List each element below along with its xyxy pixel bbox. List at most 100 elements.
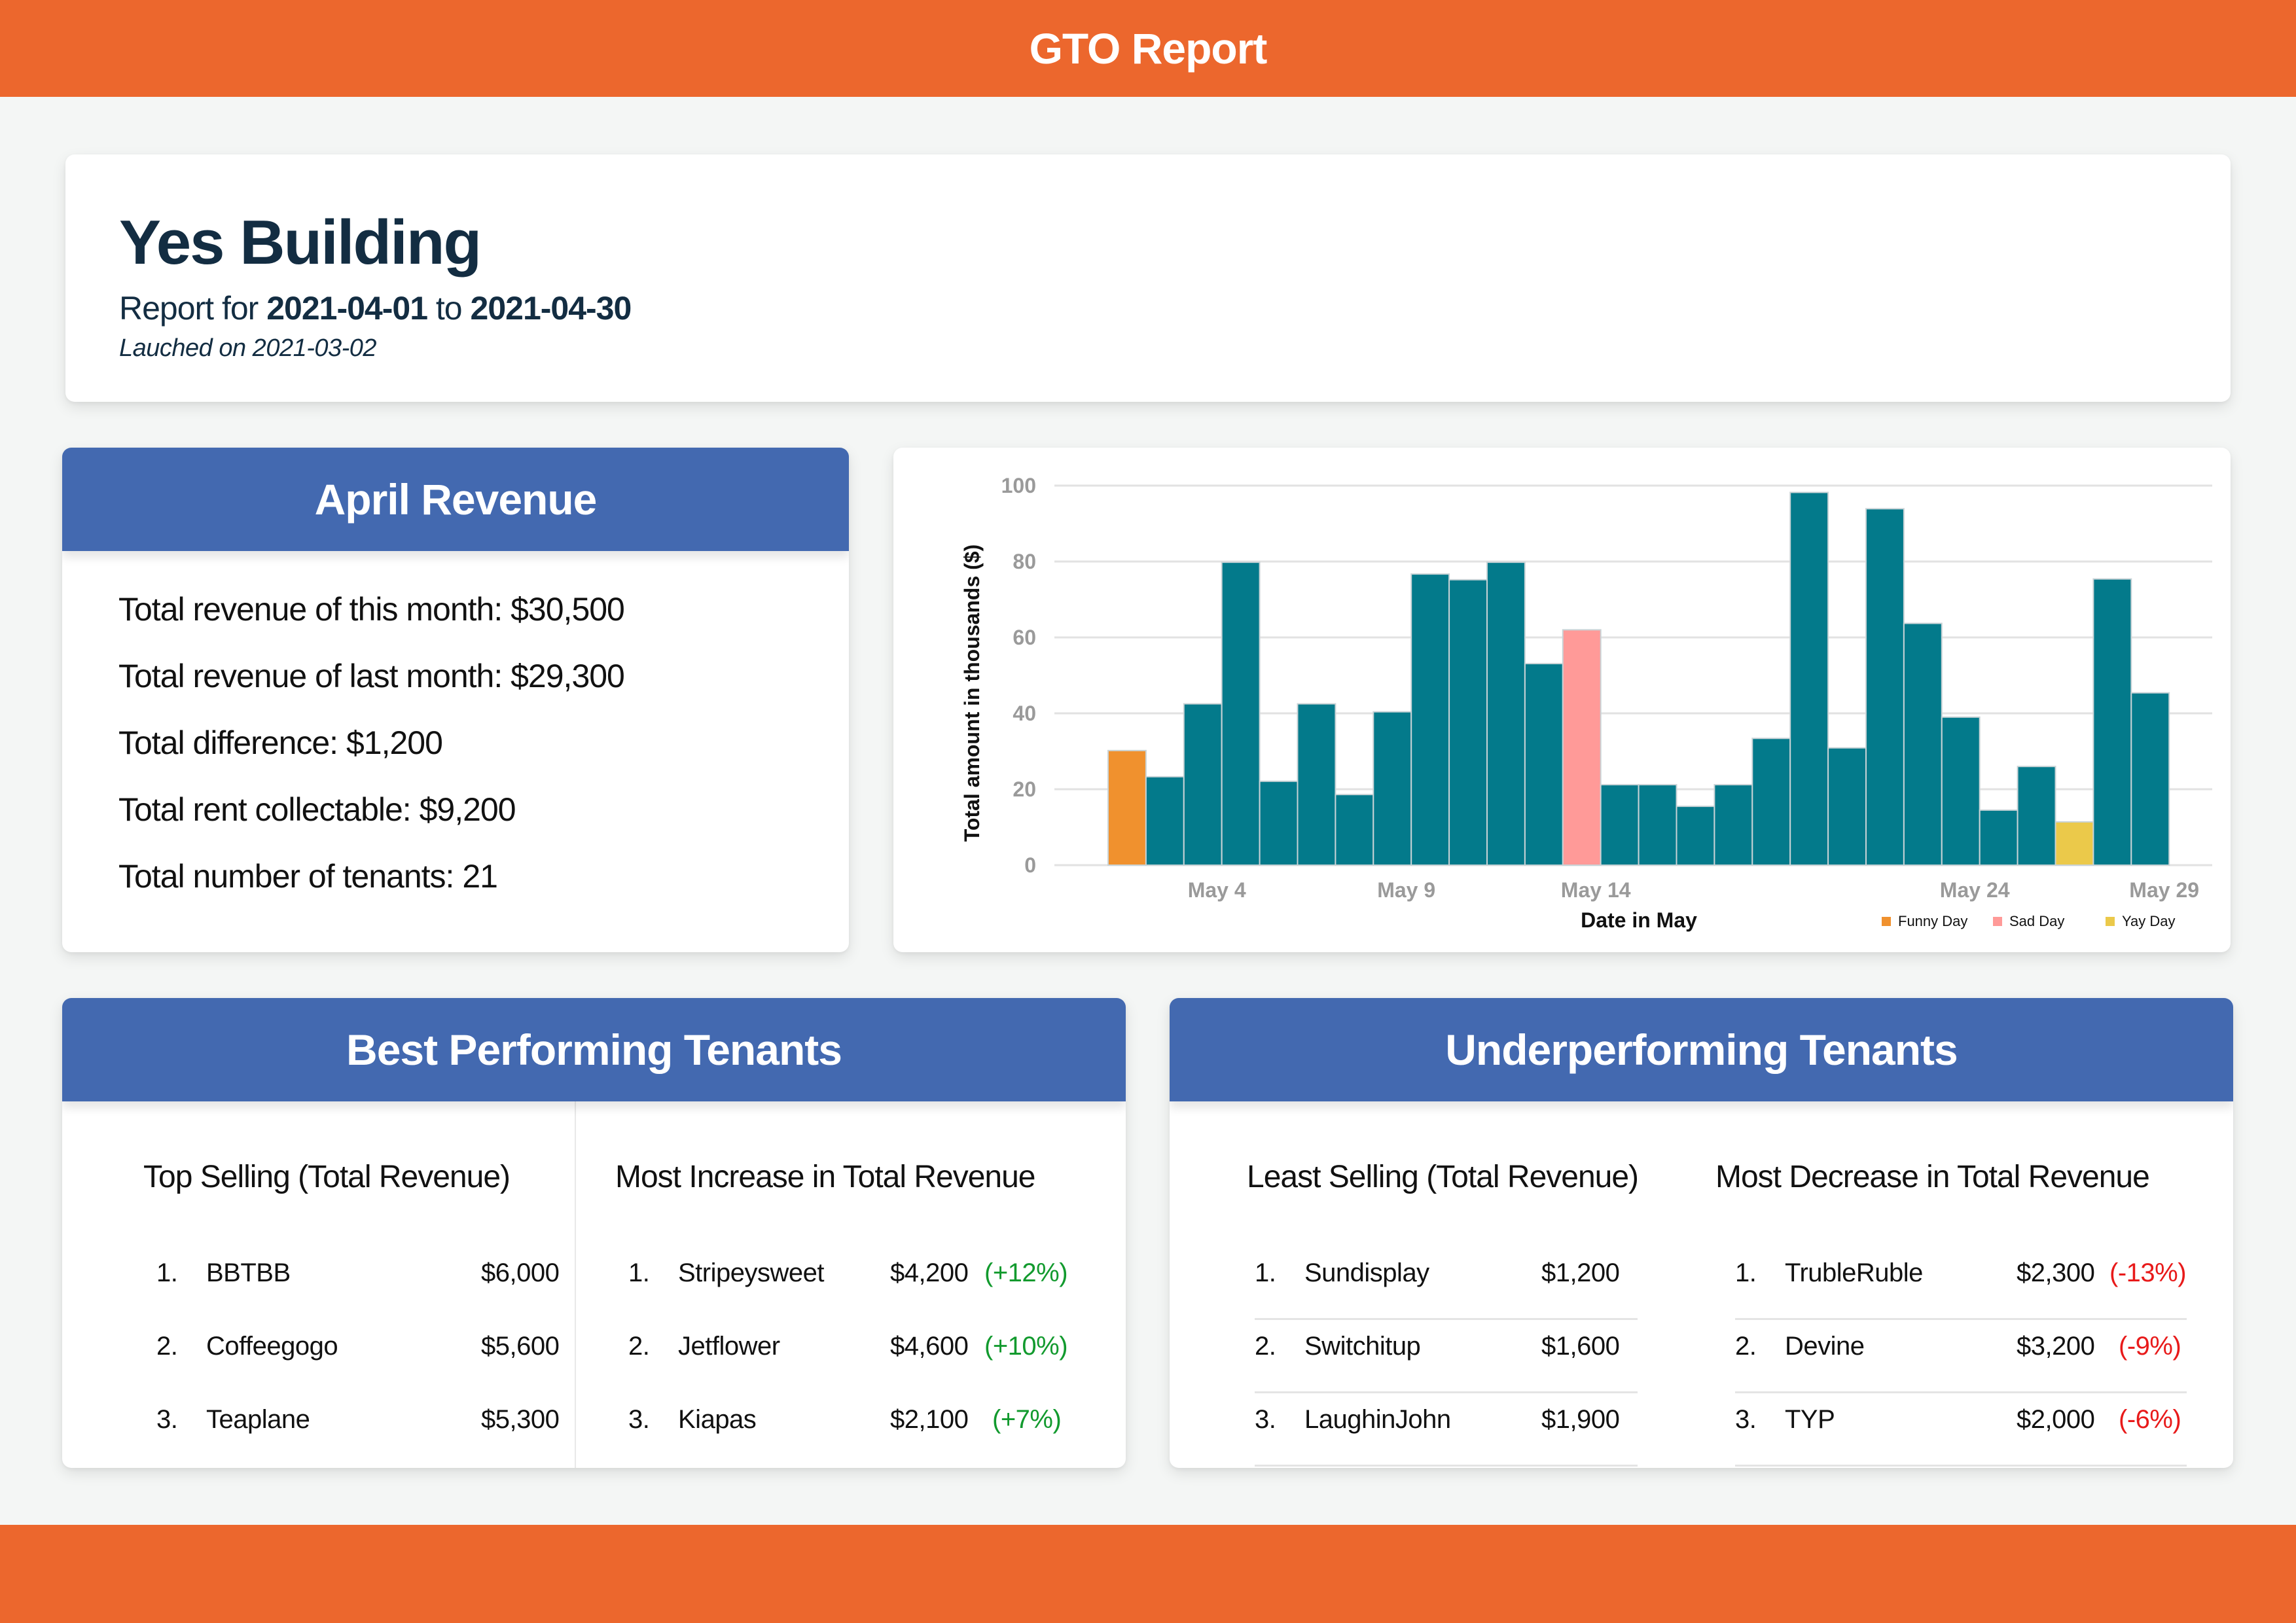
revenue-card-title: April Revenue: [314, 475, 598, 524]
x-tick-label: May 14: [1561, 878, 1631, 902]
revenue-change: (-6%): [2119, 1405, 2181, 1434]
stat-rent-collectable: Total rent collectable: $9,200: [118, 791, 516, 828]
report-end-date: 2021-04-30: [470, 290, 632, 327]
bar-may-22: [1903, 622, 1943, 866]
bar-may-19: [1789, 491, 1829, 866]
bar-may-8: [1372, 711, 1412, 866]
least-selling-list: 1. Sundisplay $1,200 2. Switchitup $1,60…: [1255, 1252, 1638, 1468]
list-item: 2. Devine $3,200 (-9%): [1735, 1325, 2187, 1399]
y-tick-label: 80: [1013, 550, 1036, 573]
chart-legend: Funny Day Sad Day Yay Day: [1882, 913, 2176, 929]
bar-may-18: [1751, 738, 1791, 866]
range-separator: to: [435, 290, 463, 327]
rank: 2.: [1255, 1332, 1276, 1361]
tenant-amount: $5,300: [481, 1405, 560, 1434]
stat-tenant-count: Total number of tenants: 21: [118, 858, 498, 895]
most-decrease-column: Most Decrease in Total Revenue 1. Truble…: [1680, 1101, 2233, 1468]
bar-may-12: [1524, 663, 1564, 866]
bar-may-13: [1562, 629, 1602, 866]
legend-label: Funny Day: [1898, 913, 1967, 929]
bar-may-17: [1713, 784, 1753, 866]
legend-item: Yay Day: [2106, 913, 2176, 929]
list-item: 1. TrubleRuble $2,300 (-13%): [1735, 1252, 2187, 1325]
rank: 3.: [156, 1405, 178, 1434]
list-item: 3. TYP $2,000 (-6%): [1735, 1399, 2187, 1468]
tenant-name: Jetflower: [678, 1332, 780, 1361]
underperforming-tenants-header: Underperforming Tenants: [1170, 998, 2233, 1101]
x-tick-label: May 24: [1940, 878, 2010, 902]
rank: 2.: [628, 1332, 650, 1361]
bar-may-14: [1600, 784, 1640, 866]
revenue-stats-list: Total revenue of this month: $30,500 Tot…: [118, 590, 625, 924]
underperforming-tenants-card: Underperforming Tenants Least Selling (T…: [1170, 998, 2233, 1468]
tenant-name: Devine: [1785, 1332, 1865, 1361]
x-axis-title: Date in May: [1581, 908, 1697, 932]
tenant-name: Kiapas: [678, 1405, 757, 1434]
report-header: GTO Report: [0, 0, 2296, 97]
tenant-amount: $2,000: [2017, 1405, 2095, 1434]
bar-may-20: [1827, 747, 1867, 866]
report-title: GTO Report: [1029, 24, 1268, 73]
top-selling-title: Top Selling (Total Revenue): [143, 1160, 511, 1194]
stat-revenue-last-month: Total revenue of last month: $29,300: [118, 658, 625, 694]
tenant-name: TYP: [1785, 1405, 1835, 1434]
tenant-amount: $4,200: [890, 1258, 969, 1287]
bar-may-5: [1259, 780, 1299, 866]
legend-label: Yay Day: [2122, 913, 2176, 929]
daily-revenue-chart: 0 20 40 60 80 100 May 4 May 9 May 14 May 24 May 29…: [960, 474, 2212, 932]
rank: 1.: [156, 1258, 178, 1287]
most-decrease-title: Most Decrease in Total Revenue: [1715, 1160, 2150, 1194]
bar-may-24: [1979, 809, 2018, 866]
list-item: 1. BBTBB $6,000: [156, 1252, 562, 1325]
legend-swatch: [1882, 917, 1891, 926]
bar-may-4: [1221, 562, 1261, 866]
list-item: 3. LaughinJohn $1,900: [1255, 1399, 1638, 1468]
bar-may-6: [1297, 703, 1336, 866]
rank: 2.: [156, 1332, 178, 1361]
rank: 1.: [1255, 1258, 1276, 1287]
bar-may-7: [1335, 794, 1374, 866]
report-footer: [0, 1525, 2296, 1623]
y-tick-label: 60: [1013, 626, 1036, 649]
tenant-amount: $2,300: [2017, 1258, 2095, 1287]
list-item: 2. Switchitup $1,600: [1255, 1325, 1638, 1399]
tenant-amount: $3,200: [2017, 1332, 2095, 1361]
bar-may-27: [2092, 578, 2132, 866]
tenant-amount: $4,600: [890, 1332, 969, 1361]
tenant-amount: $2,100: [890, 1405, 969, 1434]
revenue-change: (-9%): [2119, 1332, 2181, 1361]
rank: 3.: [1255, 1405, 1276, 1434]
tenant-amount: $1,900: [1541, 1405, 1620, 1434]
bar-may-1: [1107, 749, 1147, 866]
tenant-amount: $1,200: [1541, 1258, 1620, 1287]
rank: 3.: [1735, 1405, 1757, 1434]
stat-total-difference: Total difference: $1,200: [118, 724, 443, 761]
tenant-name: Stripeysweet: [678, 1258, 824, 1287]
least-selling-title: Least Selling (Total Revenue): [1247, 1160, 1639, 1194]
daily-revenue-chart-card: 0 20 40 60 80 100 May 4 May 9 May 14 May 24 May 29…: [893, 448, 2231, 952]
y-tick-label: 100: [1001, 474, 1036, 497]
tenant-name: TrubleRuble: [1785, 1258, 1923, 1287]
revenue-change: (+10%): [984, 1332, 1068, 1361]
tenant-name: Sundisplay: [1304, 1258, 1429, 1287]
bar-may-3: [1183, 703, 1223, 866]
bar-may-25: [2017, 766, 2056, 866]
best-tenants-card: Best Performing Tenants Top Selling (Tot…: [62, 998, 1126, 1468]
legend-swatch: [1993, 917, 2002, 926]
revenue-change: (+12%): [984, 1258, 1068, 1287]
bar-may-9: [1410, 573, 1450, 866]
bar-may-26: [2054, 821, 2094, 866]
best-tenants-title: Best Performing Tenants: [346, 1026, 842, 1074]
top-selling-column: Top Selling (Total Revenue) 1. BBTBB $6,…: [62, 1101, 575, 1468]
report-prefix: Report for: [119, 290, 259, 327]
stat-revenue-this-month: Total revenue of this month: $30,500: [118, 591, 625, 628]
rank: 2.: [1735, 1332, 1757, 1361]
revenue-change: (-13%): [2109, 1258, 2187, 1287]
legend-item: Funny Day: [1882, 913, 1967, 929]
launch-date: Lauched on 2021-03-02: [119, 334, 377, 362]
bar-may-16: [1676, 806, 1715, 866]
tenant-name: BBTBB: [206, 1258, 291, 1287]
rank: 3.: [628, 1405, 650, 1434]
report-date-range: Report for 2021-04-01 to 2021-04-30: [119, 289, 632, 327]
most-decrease-list: 1. TrubleRuble $2,300 (-13%) 2. Devine $…: [1735, 1252, 2187, 1468]
